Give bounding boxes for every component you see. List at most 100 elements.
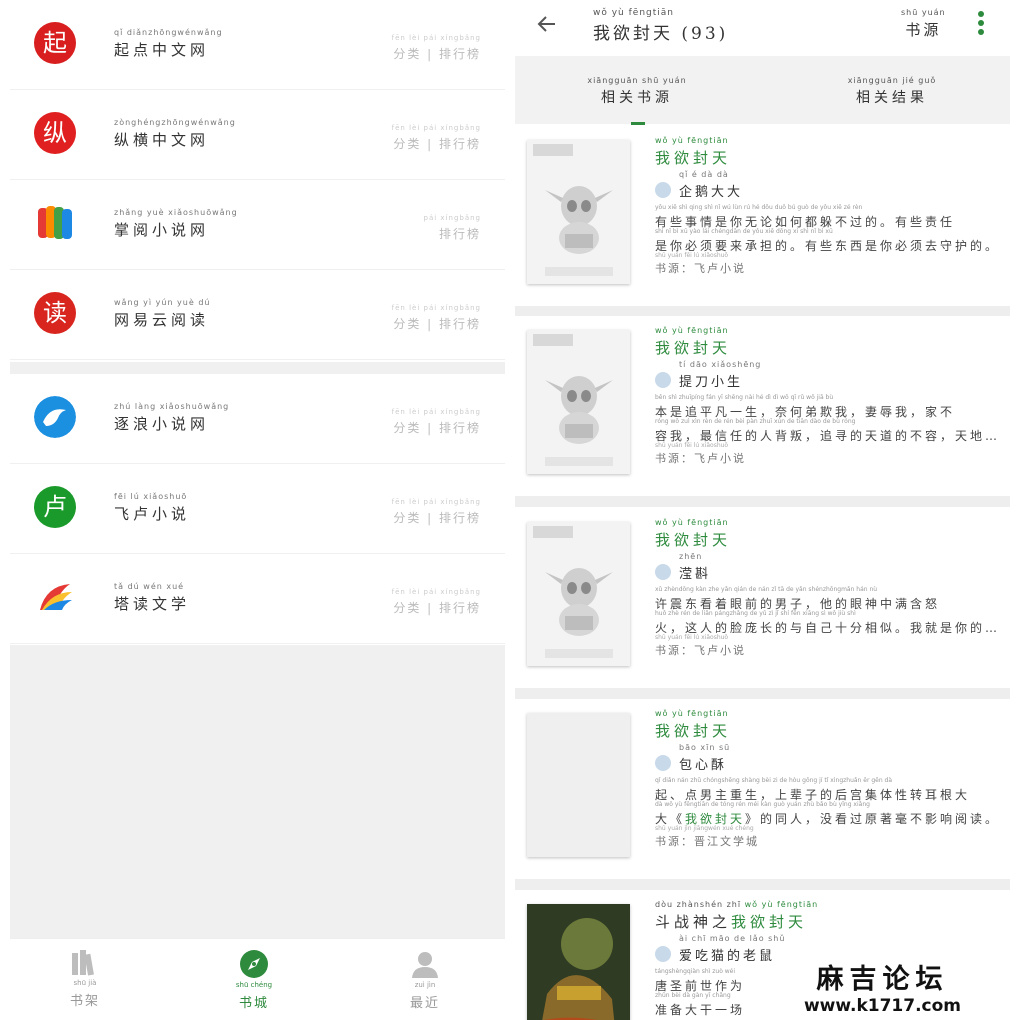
qidian-logo-icon: 起 [34, 22, 76, 64]
source-row[interactable]: zhú làng xiǎoshuōwǎng 逐浪小说网 fēn lèi pái xí… [10, 374, 505, 464]
source-name-text: 掌阅小说网 [114, 221, 210, 239]
active-tab-indicator [631, 122, 645, 125]
source-links[interactable]: fēn lèi pái xíngbǎng 分类 | 排行榜 [392, 34, 481, 62]
source-links-text: 分类 | 排行榜 [393, 511, 481, 525]
source-links-text: 排行榜 [438, 227, 481, 241]
tab-related-sources[interactable]: xiāngguān shū yuán 相关书源 [537, 76, 737, 107]
watermark-title: 麻吉论坛 [816, 964, 949, 995]
book-author: qǐ é dà dà 企鹅大大 [655, 170, 1005, 202]
bottom-nav: shū jià 书架 shū chéng 书城 zuì jìn 最近 [10, 938, 505, 1020]
nav-recent[interactable]: zuì jìn 最近 [375, 949, 475, 1011]
tab-related-results[interactable]: xiāngguān jié guǒ 相关结果 [792, 76, 992, 107]
book-author: bāo xīn sū 包心酥 [655, 743, 1005, 775]
netease-read-logo-icon: 读 [34, 292, 76, 334]
tab-related-sources-label: 相关书源 [601, 90, 673, 106]
author-pinyin: qǐ é dà dà [679, 170, 729, 179]
author-name: 包心酥 [679, 758, 728, 773]
cover-url-bar [545, 267, 613, 276]
result-card[interactable]: wǒ yù fēngtiān 我欲封天 bāo xīn sū 包心酥 qǐ diǎn n… [515, 699, 1010, 879]
source-name-pinyin: qǐ diǎnzhōngwénwǎng [114, 28, 223, 37]
intro-text: 大《 [655, 812, 686, 825]
nav-bookstore[interactable]: shū chéng 书城 [204, 949, 304, 1011]
cover-logo [533, 526, 573, 538]
back-arrow-icon[interactable] [535, 12, 559, 36]
book-source-text: 书源：晋江文学城 [655, 835, 759, 848]
source-links-text: 分类 | 排行榜 [393, 317, 481, 331]
book-cover [527, 140, 630, 284]
source-name: tǎ dú wén xué 塔读文学 [114, 582, 190, 614]
cover-logo [533, 144, 573, 156]
book-title[interactable]: wǒ yù fēngtiān 我欲封天 [655, 136, 1005, 168]
source-button-pinyin: shū yuán [901, 8, 946, 17]
row-divider [10, 359, 505, 360]
book-title[interactable]: wǒ yù fēngtiān 我欲封天 [655, 518, 1005, 550]
alien-mascot-icon [545, 186, 613, 254]
source-links[interactable]: pái xíngbǎng 排行榜 [424, 214, 481, 242]
book-source-pinyin: shū yuán fēi lú xiǎoshuō [655, 252, 729, 259]
source-row[interactable]: tǎ dú wén xué 塔读文学 fēn lèi pái xíngbǎng 分类 … [10, 554, 505, 644]
book-intro-pinyin1: yǒu xiē shì qing shì nǐ wú lùn rú hé dōu… [655, 204, 863, 211]
author-pinyin: bāo xīn sū [679, 743, 731, 752]
book-source: shū yuán fēi lú xiǎoshuō 书源：飞卢小说 [655, 442, 1005, 466]
source-row[interactable]: 起 qǐ diǎnzhōngwénwǎng 起点中文网 fēn lèi pái xín… [10, 0, 505, 90]
book-intro-pinyin2: róng wǒ zuì xìn rèn de rén bèi pàn zhuī … [655, 418, 856, 425]
book-title[interactable]: wǒ yù fēngtiān 我欲封天 [655, 709, 1005, 741]
tab-bar: xiāngguān shū yuán 相关书源 xiāngguān jié gu… [515, 56, 1010, 125]
book-source-pinyin: shū yuán fēi lú xiǎoshuō [655, 442, 729, 449]
page-title: wǒ yù fēngtiān 我欲封天 (93) [593, 8, 728, 44]
book-title[interactable]: wǒ yù fēngtiān 我欲封天 [655, 326, 1005, 358]
book-title-prefix: 斗战神之 [655, 913, 732, 931]
result-card[interactable]: wǒ yù fēngtiān 我欲封天 tí dāo xiǎoshēng 提刀小生 bě… [515, 316, 1010, 496]
source-links-text: 分类 | 排行榜 [393, 137, 481, 151]
source-button[interactable]: shū yuán 书源 [901, 8, 946, 40]
source-row[interactable]: 读 wǎng yì yún yuè dú 网易云阅读 fēn lèi pái xíng… [10, 270, 505, 360]
alien-mascot-icon [545, 376, 613, 444]
book-intro-pinyin2: huǒ zhè rén de liǎn pángzhǎng de yǔ zì j… [655, 610, 856, 617]
source-links[interactable]: fēn lèi pái xíngbǎng 分类 | 排行榜 [392, 124, 481, 152]
book-title[interactable]: dòu zhànshén zhī wǒ yù fēngtiān 斗战神之我欲封天 [655, 900, 1005, 932]
book-author: tí dāo xiǎoshēng 提刀小生 [655, 360, 1005, 392]
book-title-pinyin: wǒ yù fēngtiān [655, 326, 729, 335]
source-name-pinyin: wǎng yì yún yuè dú [114, 298, 211, 307]
more-menu-icon[interactable] [977, 10, 985, 36]
book-cover [527, 904, 630, 1020]
source-row[interactable]: 纵 zònghéngzhōngwénwǎng 纵横中文网 fēn lèi pái xí… [10, 90, 505, 180]
source-links[interactable]: fēn lèi pái xíngbǎng 分类 | 排行榜 [392, 588, 481, 616]
source-name-pinyin: zònghéngzhōngwénwǎng [114, 118, 236, 127]
book-intro-line1: 本是追平凡一生，奈何弟欺我，妻辱我，家不 [655, 405, 956, 418]
bookshelf-icon [72, 950, 94, 976]
author-name: 提刀小生 [679, 375, 744, 390]
zongheng-logo-icon: 纵 [34, 112, 76, 154]
author-pinyin: tí dāo xiǎoshēng [679, 360, 762, 369]
book-intro: qǐ diǎn nán zhǔ chóngshēng shàng bèi zi … [655, 777, 1005, 825]
row-divider [10, 643, 505, 644]
source-row[interactable]: 卢 fēi lú xiǎoshuō 飞卢小说 fēn lèi pái xíngbǎng… [10, 464, 505, 554]
result-card[interactable]: wǒ yù fēngtiān 我欲封天 zhēn 滢斟 xǔ zhèndōng kàn … [515, 508, 1010, 688]
intro-text: 》的同人，没看过原著毫不影响阅读。 [745, 812, 1001, 825]
source-links[interactable]: fēn lèi pái xíngbǎng 分类 | 排行榜 [392, 498, 481, 526]
author-avatar-icon [655, 372, 671, 388]
source-button-label: 书源 [905, 21, 942, 39]
book-title-text: 我欲封天 [655, 722, 732, 740]
book-source-text: 书源：飞卢小说 [655, 644, 746, 657]
bookstore-pane: 起 qǐ diǎnzhōngwénwǎng 起点中文网 fēn lèi pái xín… [10, 0, 505, 1020]
search-results-pane: wǒ yù fēngtiān 我欲封天 (93) shū yuán 书源 xiā… [515, 0, 1010, 1020]
source-links[interactable]: fēn lèi pái xíngbǎng 分类 | 排行榜 [392, 304, 481, 332]
intro-highlight: 我欲封天 [685, 812, 746, 825]
book-intro-pinyin1: běn shì zhuīpíng fán yī shēng nài hé dì … [655, 394, 834, 401]
source-links[interactable]: fēn lèi pái xíngbǎng 分类 | 排行榜 [392, 408, 481, 436]
author-pinyin: zhēn [679, 552, 703, 561]
book-title-text: 我欲封天 [655, 531, 732, 549]
source-links-pinyin: fēn lèi pái xíngbǎng [391, 124, 481, 132]
source-links-pinyin: fēn lèi pái xíngbǎng [391, 34, 481, 42]
nav-bookshelf[interactable]: shū jià 书架 [35, 949, 135, 1009]
empty-area [10, 645, 505, 938]
source-links-pinyin: fēn lèi pái xíngbǎng [391, 304, 481, 312]
source-row[interactable]: zhǎng yuè xiǎoshuōwǎng 掌阅小说网 pái xíngbǎng 排… [10, 180, 505, 270]
book-title-text: 我欲封天 [655, 149, 732, 167]
result-card[interactable]: wǒ yù fēngtiān 我欲封天 qǐ é dà dà 企鹅大大 yǒu xiē … [515, 126, 1010, 306]
dolphin-logo-icon [34, 396, 76, 438]
tab-related-results-label: 相关结果 [856, 90, 928, 106]
cover-logo [533, 334, 573, 346]
book-intro: xǔ zhèndōng kàn zhe yǎn qián de nán zǐ t… [655, 586, 1005, 634]
